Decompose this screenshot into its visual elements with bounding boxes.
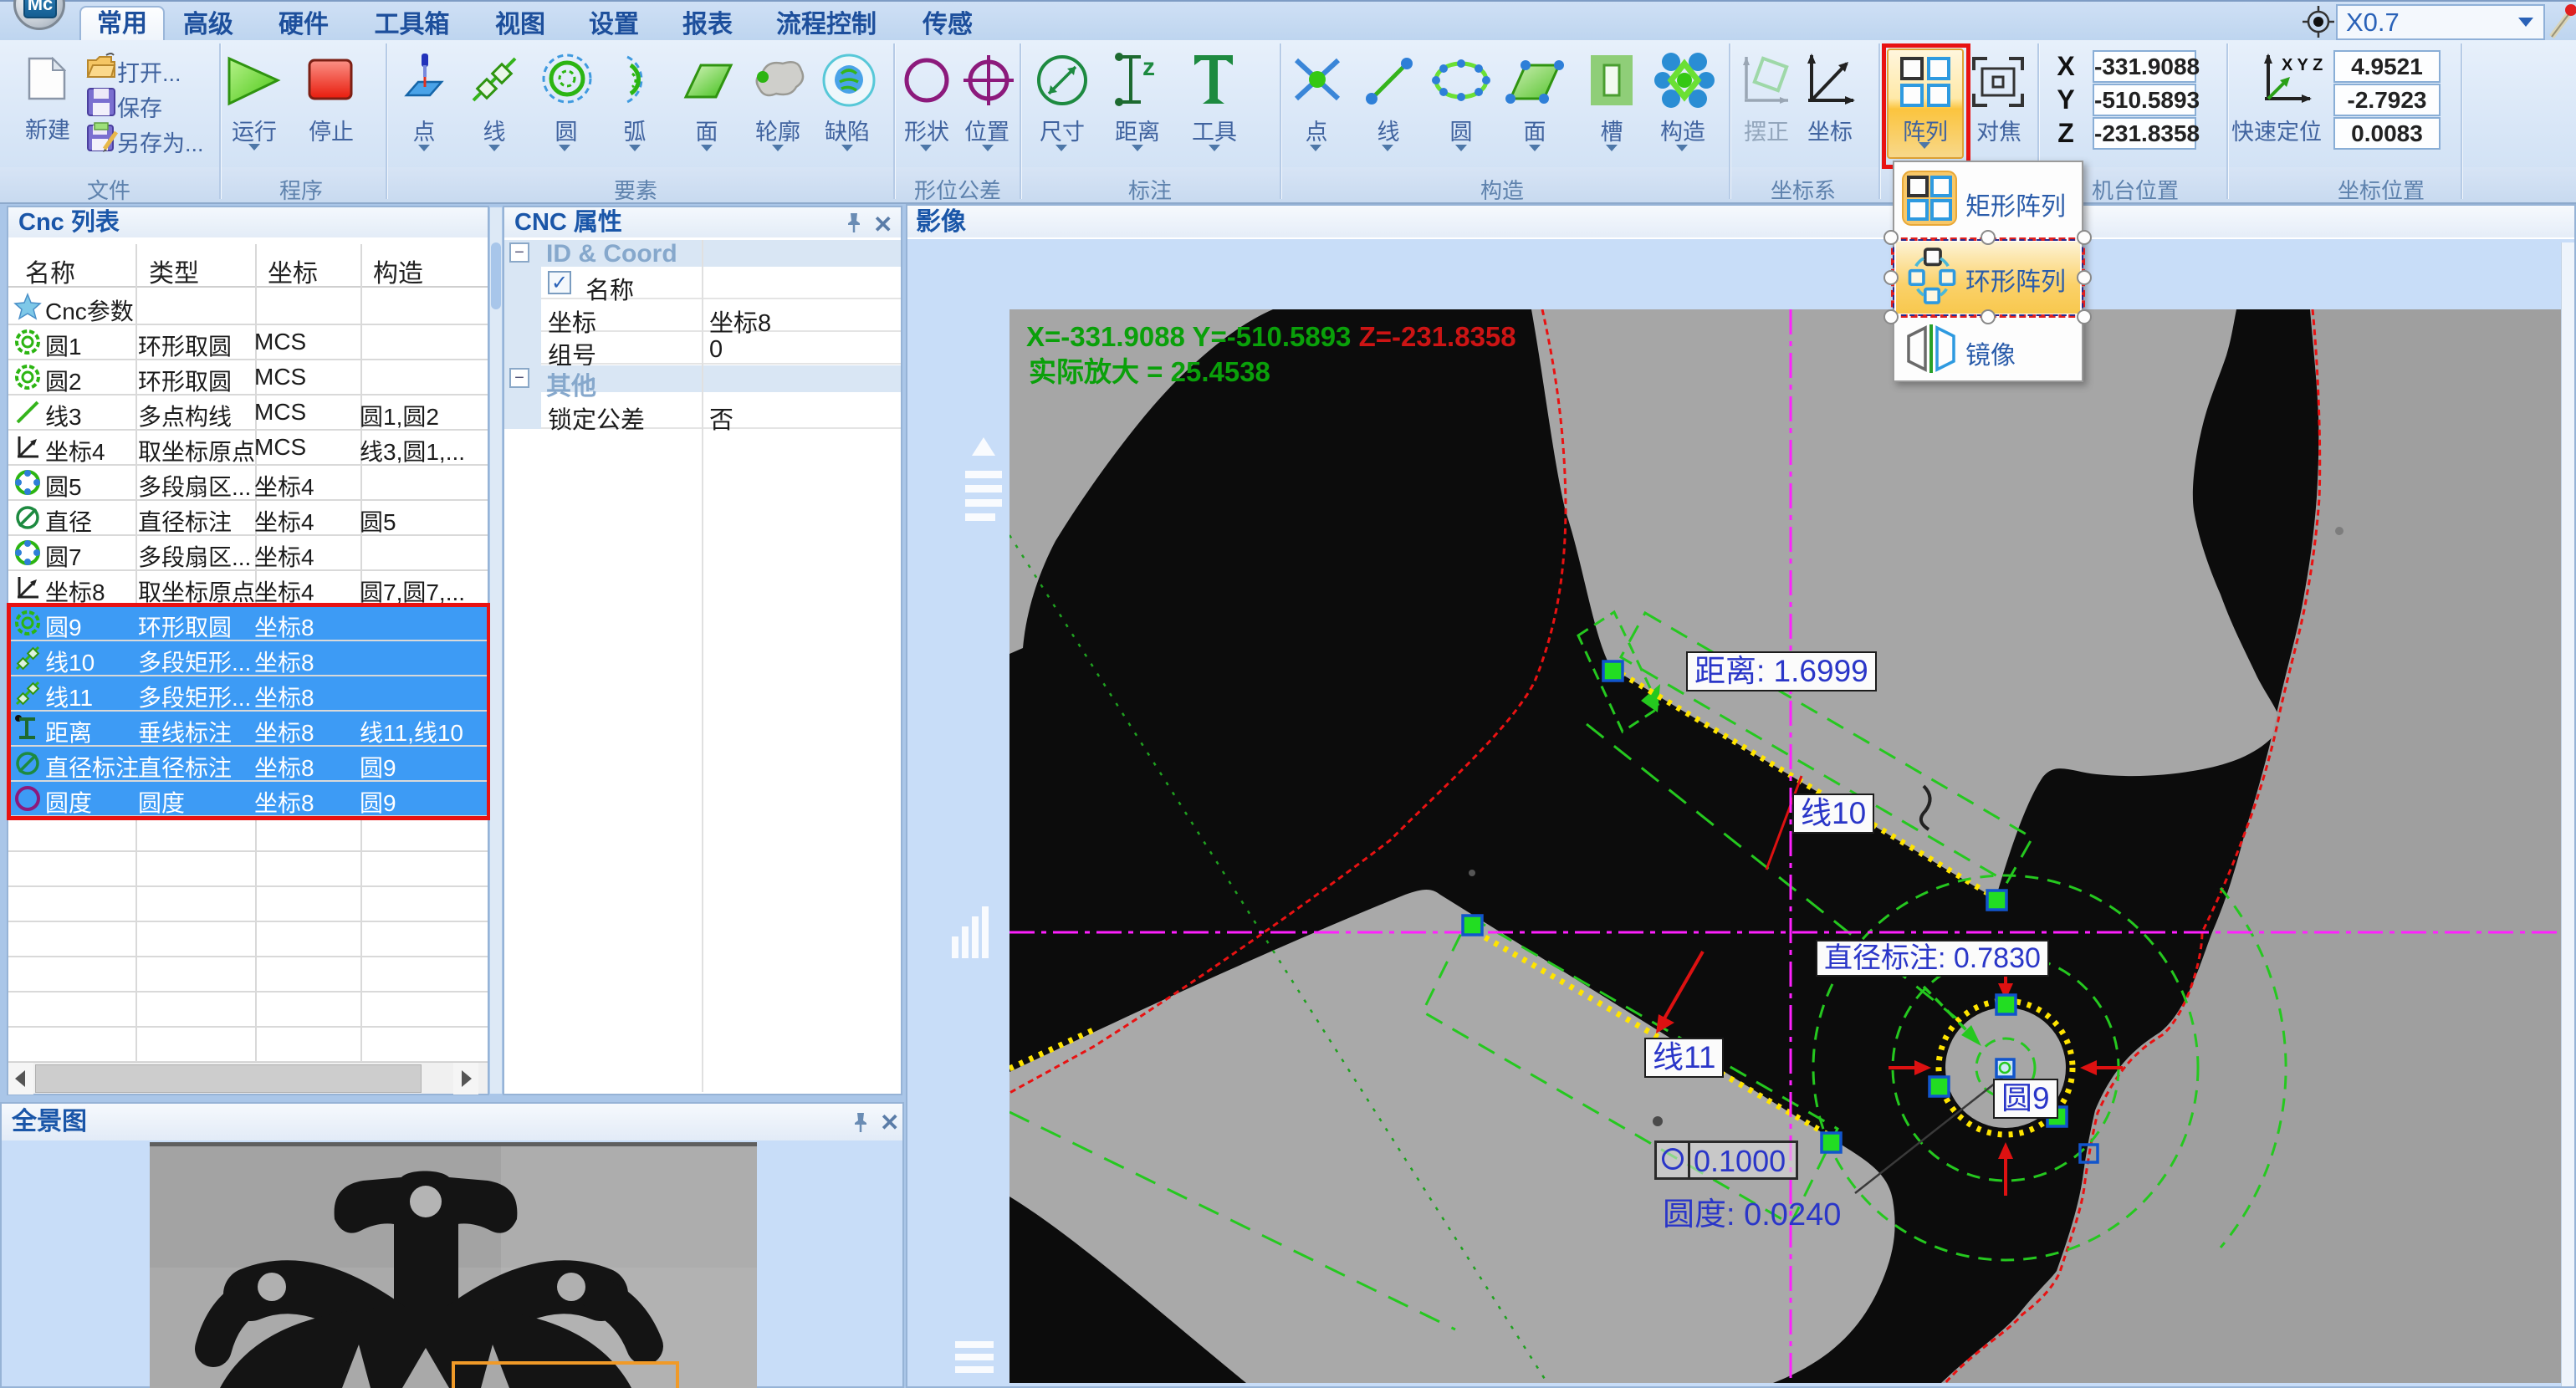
svg-text:X Y Z: X Y Z: [2282, 56, 2323, 74]
svg-text:X=-331.9088 Y=-510.5893 Z=-231: X=-331.9088 Y=-510.5893 Z=-231.8358: [1026, 321, 1516, 352]
svg-text:z: z: [1142, 54, 1155, 81]
svg-text:实际放大 = 25.4538: 实际放大 = 25.4538: [1029, 356, 1270, 387]
